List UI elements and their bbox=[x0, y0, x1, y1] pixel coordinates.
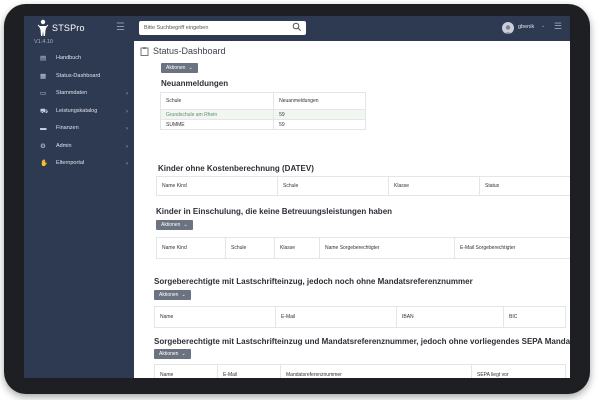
top-bar: gbenik ⌄ ☰ bbox=[134, 16, 570, 41]
sidebar-nav: ▤ Handbuch ▦ Status-Dashboard ▭ Stammdat… bbox=[24, 50, 134, 173]
table-header: Neuanmeldungen bbox=[273, 92, 366, 110]
page-title: Status-Dashboard bbox=[153, 46, 226, 56]
actions-button[interactable]: Aktionen ⌄ bbox=[156, 220, 193, 230]
sidebar-item-leistungskatalog[interactable]: ⛟ Leistungskatalog › bbox=[24, 103, 134, 121]
table-cell: SUMME bbox=[159, 119, 275, 130]
logo-icon bbox=[37, 19, 49, 36]
search-icon[interactable] bbox=[292, 22, 302, 32]
actions-button-label: Aktionen bbox=[159, 292, 179, 298]
lastschrift-ohne-sepa-table: Name E-Mail Mandatsreferenznummer SEPA l… bbox=[154, 364, 566, 378]
brand-name: STSPro bbox=[52, 23, 85, 33]
table-header: BIC bbox=[503, 306, 566, 328]
table-header: IBAN bbox=[396, 306, 504, 328]
neuanmeldungen-table: Schule Neuanmeldungen Grundschule am Rhe… bbox=[159, 92, 366, 130]
table-header: Schule bbox=[225, 237, 275, 259]
table-header: Name Sorgeberechtigter bbox=[319, 237, 455, 259]
sidebar-item-label: Leistungskatalog bbox=[56, 107, 98, 114]
section-title-lastschrift-ohne-mandat: Sorgeberechtigte mit Lastschrifteinzug, … bbox=[154, 277, 473, 286]
section-title-neuanmeldungen: Neuanmeldungen bbox=[161, 79, 229, 88]
app-version: V1.4.10 bbox=[34, 39, 53, 45]
table-cell: 59 bbox=[273, 119, 366, 130]
actions-button[interactable]: Aktionen ⌄ bbox=[154, 349, 191, 359]
sidebar-item-label: Status-Dashboard bbox=[56, 72, 101, 79]
sidebar-item-handbuch[interactable]: ▤ Handbuch bbox=[24, 50, 134, 68]
sidebar-item-finanzen[interactable]: ▬ Finanzen › bbox=[24, 120, 134, 138]
caret-down-icon: ⌄ bbox=[188, 65, 193, 71]
dashboard-icon: ▦ bbox=[40, 72, 47, 80]
chevron-down-icon[interactable]: ⌄ bbox=[541, 23, 545, 29]
chevron-right-icon: › bbox=[125, 125, 128, 132]
actions-button[interactable]: Aktionen ⌄ bbox=[161, 63, 198, 73]
sidebar-item-label: Finanzen bbox=[56, 125, 79, 131]
kinder-einschulung-table: Name Kind Schule Klasse Name Sorgeberech… bbox=[156, 237, 570, 259]
screen: STSPro ☰ V1.4.10 ▤ Handbuch ▦ Status-Das… bbox=[24, 16, 570, 378]
lastschrift-ohne-mandat-table: Name E-Mail IBAN BIC bbox=[154, 306, 566, 328]
table-header: Schule bbox=[159, 92, 275, 110]
actions-button-label: Aktionen bbox=[159, 351, 179, 357]
chevron-right-icon: › bbox=[125, 90, 128, 97]
table-header: Name bbox=[154, 306, 276, 328]
sidebar-item-elternportal[interactable]: ✋ Elternportal › bbox=[24, 155, 134, 173]
sidebar-item-label: Handbuch bbox=[56, 55, 82, 61]
chevron-right-icon: › bbox=[125, 160, 128, 167]
search-input[interactable] bbox=[144, 21, 284, 35]
table-row[interactable]: SUMME 59 bbox=[159, 119, 366, 130]
actions-button[interactable]: Aktionen ⌄ bbox=[154, 290, 191, 300]
table-header: Status bbox=[479, 176, 570, 196]
table-row[interactable]: Grundschule am Rhein 59 bbox=[159, 109, 366, 120]
table-header: SEPA liegt vor bbox=[471, 364, 566, 378]
actions-button-label: Aktionen bbox=[166, 65, 186, 71]
table-header: E-Mail Sorgeberechtigter bbox=[454, 237, 570, 259]
caret-down-icon: ⌄ bbox=[181, 351, 186, 357]
section-title-lastschrift-ohne-sepa: Sorgeberechtigte mit Lastschrifteinzug u… bbox=[154, 337, 570, 346]
table-header: Schule bbox=[277, 176, 389, 196]
user-name[interactable]: gbenik bbox=[518, 24, 534, 30]
caret-down-icon: ⌄ bbox=[181, 292, 186, 298]
table-header: Name bbox=[154, 364, 218, 378]
table-header: E-Mail bbox=[275, 306, 397, 328]
search-box bbox=[139, 21, 306, 35]
table-header: Klasse bbox=[388, 176, 480, 196]
table-header: E-Mail bbox=[217, 364, 281, 378]
chevron-right-icon: › bbox=[125, 107, 128, 115]
table-header: Mandatsreferenznummer bbox=[280, 364, 472, 378]
tablet-frame: STSPro ☰ V1.4.10 ▤ Handbuch ▦ Status-Das… bbox=[4, 4, 590, 394]
sidebar-toggle-icon[interactable]: ☰ bbox=[116, 22, 125, 33]
sidebar-item-admin[interactable]: ⚙ Admin › bbox=[24, 138, 134, 156]
user-icon bbox=[503, 25, 513, 34]
table-header: Klasse bbox=[274, 237, 320, 259]
table-header: Name Kind bbox=[156, 176, 278, 196]
book-icon: ▤ bbox=[40, 55, 47, 62]
section-title-kinder-einschulung: Kinder in Einschulung, die keine Betreuu… bbox=[156, 207, 393, 216]
admin-icon: ⚙ bbox=[40, 142, 46, 150]
kinder-ohne-kostenberechnung-table: Name Kind Schule Klasse Status bbox=[156, 176, 570, 196]
sidebar-item-stammdaten[interactable]: ▭ Stammdaten › bbox=[24, 85, 134, 103]
brand[interactable]: STSPro ☰ V1.4.10 bbox=[24, 16, 134, 50]
main-content: Status-Dashboard Aktionen ⌄ Neuanmeldunge… bbox=[134, 41, 570, 378]
caret-down-icon: ⌄ bbox=[183, 222, 188, 228]
money-icon: ▬ bbox=[40, 125, 47, 132]
chevron-right-icon: › bbox=[125, 142, 128, 150]
avatar[interactable] bbox=[502, 22, 514, 34]
clipboard-icon bbox=[140, 47, 149, 56]
handshake-icon: ✋ bbox=[40, 160, 49, 167]
cart-icon: ⛟ bbox=[40, 107, 49, 115]
menu-icon[interactable]: ☰ bbox=[554, 21, 562, 32]
table-cell: 59 bbox=[273, 109, 366, 120]
table-header: Name Kind bbox=[156, 237, 226, 259]
sidebar-item-label: Elternportal bbox=[56, 160, 85, 166]
sidebar-item-status-dashboard[interactable]: ▦ Status-Dashboard bbox=[24, 68, 134, 86]
sidebar-item-label: Admin bbox=[56, 142, 72, 149]
sidebar: STSPro ☰ V1.4.10 ▤ Handbuch ▦ Status-Das… bbox=[24, 16, 134, 378]
table-cell: Grundschule am Rhein bbox=[159, 109, 275, 120]
actions-button-label: Aktionen bbox=[161, 222, 181, 228]
database-icon: ▭ bbox=[40, 90, 47, 97]
sidebar-item-label: Stammdaten bbox=[56, 90, 88, 96]
section-title-kinder-ohne-kostenberechnung: Kinder ohne Kostenberechnung (DATEV) bbox=[158, 164, 314, 173]
